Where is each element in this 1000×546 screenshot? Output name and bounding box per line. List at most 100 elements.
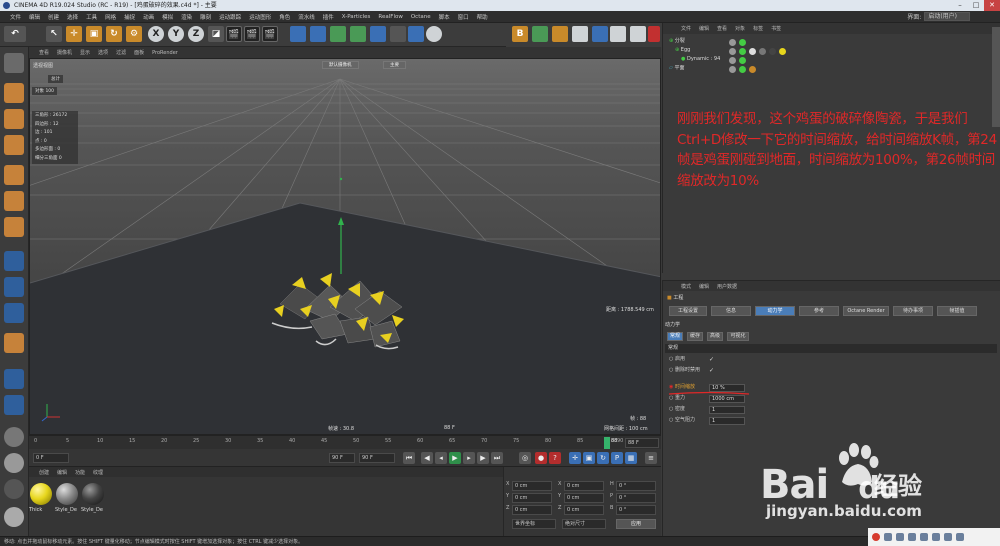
rot-h-field[interactable]: 0 ° (616, 481, 656, 491)
mat-menu-function[interactable]: 功能 (71, 469, 89, 476)
prev-frame-icon[interactable]: ◂ (435, 452, 447, 464)
auto-key-icon[interactable]: ? (549, 452, 561, 464)
sphere-2-icon[interactable] (4, 453, 24, 473)
object-row-selected[interactable]: ● Dynamic : 94 (681, 55, 720, 64)
menu-octane[interactable]: Octane (407, 14, 435, 20)
mode-icon[interactable] (4, 53, 24, 73)
next-frame-icon[interactable]: ▸ (463, 452, 475, 464)
menu-mograph[interactable]: 运动图形 (245, 13, 275, 21)
viewport[interactable]: 透视视图 默认摄像机 主要 总计 对象 100 三角形 : 26172 四边形 … (29, 58, 661, 435)
start-frame-field[interactable]: 0 F (33, 453, 69, 463)
cube-icon[interactable] (290, 26, 306, 42)
pos-y-field[interactable]: 0 cm (512, 493, 552, 503)
material-item[interactable]: Style_De (55, 483, 79, 517)
mat-menu-texture[interactable]: 纹理 (89, 469, 107, 476)
timeline[interactable]: 0 5 10 15 20 25 30 35 40 45 50 55 60 65 … (29, 435, 661, 449)
visibility-icon[interactable] (729, 39, 736, 46)
object-row[interactable]: ⊕ Egg (675, 46, 690, 55)
undo-icon[interactable]: ↶ (4, 26, 26, 42)
attr-menu-userdata[interactable]: 用户数据 (713, 283, 741, 290)
vp-menu-camera[interactable]: 摄像机 (53, 49, 76, 56)
apply-button[interactable]: 应用 (616, 519, 656, 529)
render-picture-viewer-icon[interactable]: 🎬 (244, 26, 260, 42)
coord-mode-select[interactable]: 世界坐标 (512, 519, 556, 529)
plugin-flag-icon[interactable] (532, 26, 548, 42)
record-icon[interactable]: ● (535, 452, 547, 464)
tab-info[interactable]: 信息 (711, 306, 751, 316)
disable-on-delete-checkbox[interactable]: ✓ (709, 367, 714, 374)
tray-icon[interactable] (920, 533, 928, 541)
plugin-grid-icon[interactable] (610, 26, 626, 42)
menu-help[interactable]: 帮助 (473, 13, 492, 21)
play-icon[interactable]: ▶ (449, 452, 461, 464)
material-tag-icon[interactable] (759, 48, 766, 55)
texture-mode-icon[interactable] (4, 109, 24, 129)
plugin-card-icon[interactable] (630, 26, 646, 42)
tray-icon[interactable] (896, 533, 904, 541)
size-y-field[interactable]: 0 cm (564, 493, 604, 503)
sogou-icon[interactable] (872, 533, 880, 541)
z-axis-icon[interactable]: Z (188, 26, 204, 42)
check-icon[interactable] (739, 39, 746, 46)
menu-snap[interactable]: 捕捉 (120, 13, 139, 21)
menu-x-particles[interactable]: X-Particles (338, 14, 375, 20)
rigid-body-tag-icon[interactable] (749, 66, 756, 73)
polygons-mode-icon[interactable] (4, 217, 24, 237)
main-button[interactable]: 主要 (383, 61, 406, 69)
move-tool-icon[interactable]: ✛ (66, 26, 82, 42)
prev-key-icon[interactable]: ◀ (421, 452, 433, 464)
key-rotation-icon[interactable]: ↻ (597, 452, 609, 464)
menu-realflow[interactable]: RealFlow (374, 14, 406, 20)
size-x-field[interactable]: 0 cm (564, 481, 604, 491)
keyframe-icon[interactable]: ◉ (669, 384, 673, 390)
recent-tool-icon[interactable]: ⚙ (126, 26, 142, 42)
sphere-icon[interactable] (4, 427, 24, 447)
obj-menu-objects[interactable]: 对象 (731, 25, 749, 32)
air-resistance-field[interactable]: 1 (709, 417, 745, 425)
snap-icon[interactable] (4, 303, 24, 323)
deformer-icon[interactable] (370, 26, 386, 42)
layout-select[interactable]: 启动(用户) (924, 12, 970, 21)
subdivision-icon[interactable] (330, 26, 346, 42)
obj-menu-tags[interactable]: 标签 (749, 25, 767, 32)
menu-animate[interactable]: 动画 (139, 13, 158, 21)
vp-menu-prorender[interactable]: ProRender (148, 50, 182, 56)
menu-plugins[interactable]: 插件 (319, 13, 338, 21)
coord-system-icon[interactable]: ◪ (208, 26, 224, 42)
sphere-3-icon[interactable] (4, 479, 24, 499)
model-mode-icon[interactable] (4, 83, 24, 103)
check-icon[interactable] (739, 57, 746, 64)
tab-frame-interp[interactable]: 帧插值 (937, 306, 977, 316)
tab-project-settings[interactable]: 工程设置 (669, 306, 707, 316)
menu-mesh[interactable]: 网格 (101, 13, 120, 21)
key-param-icon[interactable]: P (611, 452, 623, 464)
subtab-visualization[interactable]: 可视化 (727, 332, 749, 341)
axis-mode-icon[interactable] (4, 251, 24, 271)
y-axis-icon[interactable]: Y (168, 26, 184, 42)
menu-file[interactable]: 文件 (6, 13, 25, 21)
menu-window[interactable]: 窗口 (454, 13, 473, 21)
render-view-icon[interactable]: 🎬 (226, 26, 242, 42)
lock-icon[interactable] (4, 333, 24, 353)
x-axis-icon[interactable]: X (148, 26, 164, 42)
pos-x-field[interactable]: 0 cm (512, 481, 552, 491)
menu-render[interactable]: 渲染 (177, 13, 196, 21)
material-tag-icon[interactable] (769, 48, 776, 55)
vp-menu-display[interactable]: 显示 (76, 49, 94, 56)
key-pla-icon[interactable]: ▦ (625, 452, 637, 464)
subtab-advanced[interactable]: 高级 (707, 332, 723, 341)
menu-character[interactable]: 角色 (275, 13, 294, 21)
plugin-record-icon[interactable] (648, 26, 660, 42)
tray-icon[interactable] (944, 533, 952, 541)
vp-menu-view[interactable]: 查看 (35, 49, 53, 56)
scale-tool-icon[interactable]: ▣ (86, 26, 102, 42)
render-settings-icon[interactable]: 🎬 (262, 26, 278, 42)
density-field[interactable]: 1 (709, 406, 745, 414)
tray-icon[interactable] (908, 533, 916, 541)
edges-mode-icon[interactable] (4, 191, 24, 211)
key-mode-icon[interactable]: ◎ (519, 452, 531, 464)
light-icon[interactable] (426, 26, 442, 42)
default-camera-button[interactable]: 默认摄像机 (322, 61, 359, 69)
tweak-mode-icon[interactable] (4, 277, 24, 297)
sphere-4-icon[interactable] (4, 507, 24, 527)
